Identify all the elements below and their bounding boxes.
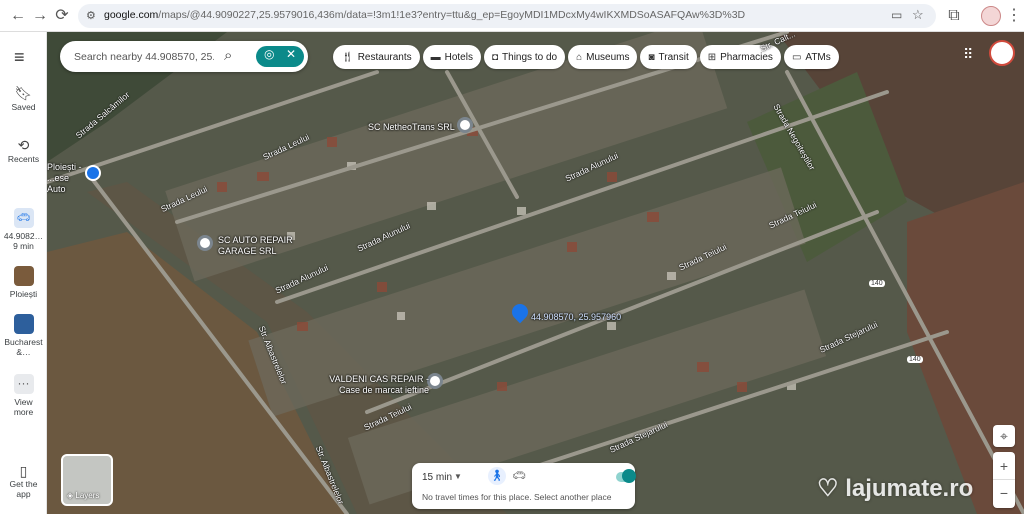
toggle-knob: [622, 469, 636, 483]
sidebar-item-label: Get the app: [9, 479, 38, 499]
walking-icon[interactable]: 🚶︎: [488, 467, 506, 485]
map-imagery[interactable]: [47, 32, 1024, 514]
car-dealer-marker[interactable]: [85, 165, 101, 181]
bookmark-star-icon[interactable]: ☆: [912, 7, 924, 23]
layers-label-wrap: ◈ Layers: [67, 491, 99, 500]
search-box[interactable]: Search nearby 44.908570, 25.95 ⌕ ◎ ✕: [60, 41, 308, 72]
reload-icon[interactable]: ⟳: [52, 6, 72, 26]
duration-dropdown[interactable]: 15 min: [422, 472, 452, 483]
poi-marker[interactable]: [197, 235, 213, 251]
history-icon: ⟲: [17, 137, 30, 153]
site-info-icon[interactable]: ⚙: [86, 9, 96, 22]
pin-coordinates-label: 44.908570, 25.957960: [531, 312, 622, 322]
chip-hotels[interactable]: ▬ Hotels: [422, 45, 481, 69]
sidebar-item-view-more[interactable]: ··· View more: [0, 374, 47, 417]
heart-logo-icon: ♡: [817, 475, 839, 502]
chip-label: Restaurants: [357, 51, 412, 63]
poi-marker[interactable]: [427, 373, 443, 389]
museum-icon: ⌂: [576, 51, 583, 63]
extensions-icon[interactable]: ⧉: [944, 6, 964, 26]
road-shield: 140: [869, 280, 885, 287]
camera-icon: ◘: [491, 51, 499, 63]
url-text[interactable]: google.com/maps/@44.9090227,25.9579016,4…: [104, 9, 874, 21]
chevron-down-icon[interactable]: ▼: [454, 472, 462, 481]
sidebar-item-label: Ploiești: [9, 289, 38, 299]
maps-sidebar: ≡ 🔖︎ Saved ⟲ Recents 🚗︎ 44.9082… 9 min P…: [0, 32, 47, 514]
travel-note: No travel times for this place. Select a…: [422, 492, 612, 502]
sidebar-item-bucharest[interactable]: Bucharest &…: [0, 314, 47, 357]
chip-things-to-do[interactable]: ◘ Things to do: [483, 45, 566, 69]
poi-label[interactable]: SC NetheoTrans SRL: [368, 122, 455, 132]
layers-button[interactable]: ◈ Layers: [61, 454, 113, 506]
apps-grid-icon[interactable]: ⠿: [963, 46, 973, 63]
chip-label: Things to do: [502, 51, 558, 63]
sidebar-item-label: 44.9082… 9 min: [3, 231, 44, 251]
sidebar-item-get-app[interactable]: ▯ Get the app: [0, 463, 47, 499]
zoom-out-button[interactable]: −: [993, 480, 1015, 508]
sidebar-item-label: Recents: [7, 154, 40, 164]
hamburger-menu-icon[interactable]: ≡: [14, 48, 25, 66]
poi-label[interactable]: VALDENI CAS REPAIR - Case de marcat ieft…: [329, 374, 429, 396]
sidebar-item-recent-location[interactable]: 🚗︎ 44.9082… 9 min: [0, 208, 47, 251]
sidebar-item-recents[interactable]: ⟲ Recents: [0, 137, 47, 164]
zoom-in-button[interactable]: +: [993, 452, 1015, 480]
search-icon[interactable]: ⌕: [224, 47, 232, 64]
chip-museums[interactable]: ⌂ Museums: [568, 45, 638, 69]
bus-icon: ◙: [648, 51, 655, 63]
chip-transit[interactable]: ◙ Transit: [640, 45, 697, 69]
browser-toolbar: ← → ⟳ ⚙ google.com/maps/@44.9090227,25.9…: [0, 0, 1024, 32]
watermark: ♡ lajumate.ro: [817, 474, 973, 503]
address-bar[interactable]: ⚙ google.com/maps/@44.9090227,25.9579016…: [78, 4, 936, 28]
place-thumbnail: [13, 314, 34, 334]
chip-label: Transit: [658, 51, 689, 63]
sidebar-item-label: Bucharest &…: [4, 337, 43, 357]
atm-icon: ▭: [791, 51, 802, 63]
place-thumbnail: [13, 266, 34, 286]
sidebar-item-saved[interactable]: 🔖︎ Saved: [0, 85, 47, 112]
chip-label: Hotels: [444, 51, 473, 63]
watermark-text: lajumate.ro: [845, 475, 974, 502]
poi-label[interactable]: SC AUTO REPAIR GARAGE SRL: [218, 235, 298, 257]
chip-label: Museums: [586, 51, 630, 63]
close-icon[interactable]: ✕: [286, 47, 296, 61]
sidebar-item-label: Saved: [11, 102, 36, 112]
pharmacy-icon: ⊞: [707, 51, 717, 63]
back-icon[interactable]: ←: [8, 6, 28, 26]
cast-icon[interactable]: ▭: [891, 8, 902, 22]
layers-label: Layers: [75, 491, 100, 500]
fork-knife-icon: 🍴︎: [341, 51, 354, 63]
zoom-control: + −: [993, 452, 1015, 508]
chip-label: Pharmacies: [720, 51, 773, 63]
road-shield: 140: [907, 356, 923, 363]
chip-atms[interactable]: ▭ ATMs: [783, 45, 839, 69]
sidebar-item-ploiesti[interactable]: Ploiești: [0, 266, 47, 299]
poi-label[interactable]: Ploiești - ...ese Auto: [47, 162, 83, 195]
account-avatar[interactable]: [989, 40, 1015, 66]
car-icon: 🚗︎: [13, 208, 34, 228]
profile-avatar[interactable]: [981, 6, 1001, 26]
nearby-icon[interactable]: ◎: [264, 47, 274, 61]
poi-marker[interactable]: [457, 117, 473, 133]
car-icon[interactable]: 🚗︎: [512, 469, 526, 482]
phone-icon: ▯: [19, 463, 28, 479]
travel-time-card: 15 min ▼ 🚶︎ 🚗︎ No travel times for this …: [412, 463, 636, 509]
bookmark-icon: 🔖︎: [14, 85, 33, 101]
chip-restaurants[interactable]: 🍴︎ Restaurants: [333, 45, 420, 69]
my-location-icon[interactable]: ⌖: [993, 425, 1015, 447]
menu-dots-icon[interactable]: ⋮: [1004, 6, 1024, 26]
search-input[interactable]: Search nearby 44.908570, 25.95: [74, 51, 214, 63]
sidebar-item-label: View more: [13, 397, 34, 417]
chip-label: ATMs: [805, 51, 831, 63]
more-dots-icon: ···: [13, 374, 34, 394]
forward-icon[interactable]: →: [30, 6, 50, 26]
satellite-map[interactable]: Search nearby 44.908570, 25.95 ⌕ ◎ ✕ 🍴︎ R…: [47, 32, 1024, 514]
bed-icon: ▬: [430, 51, 441, 63]
